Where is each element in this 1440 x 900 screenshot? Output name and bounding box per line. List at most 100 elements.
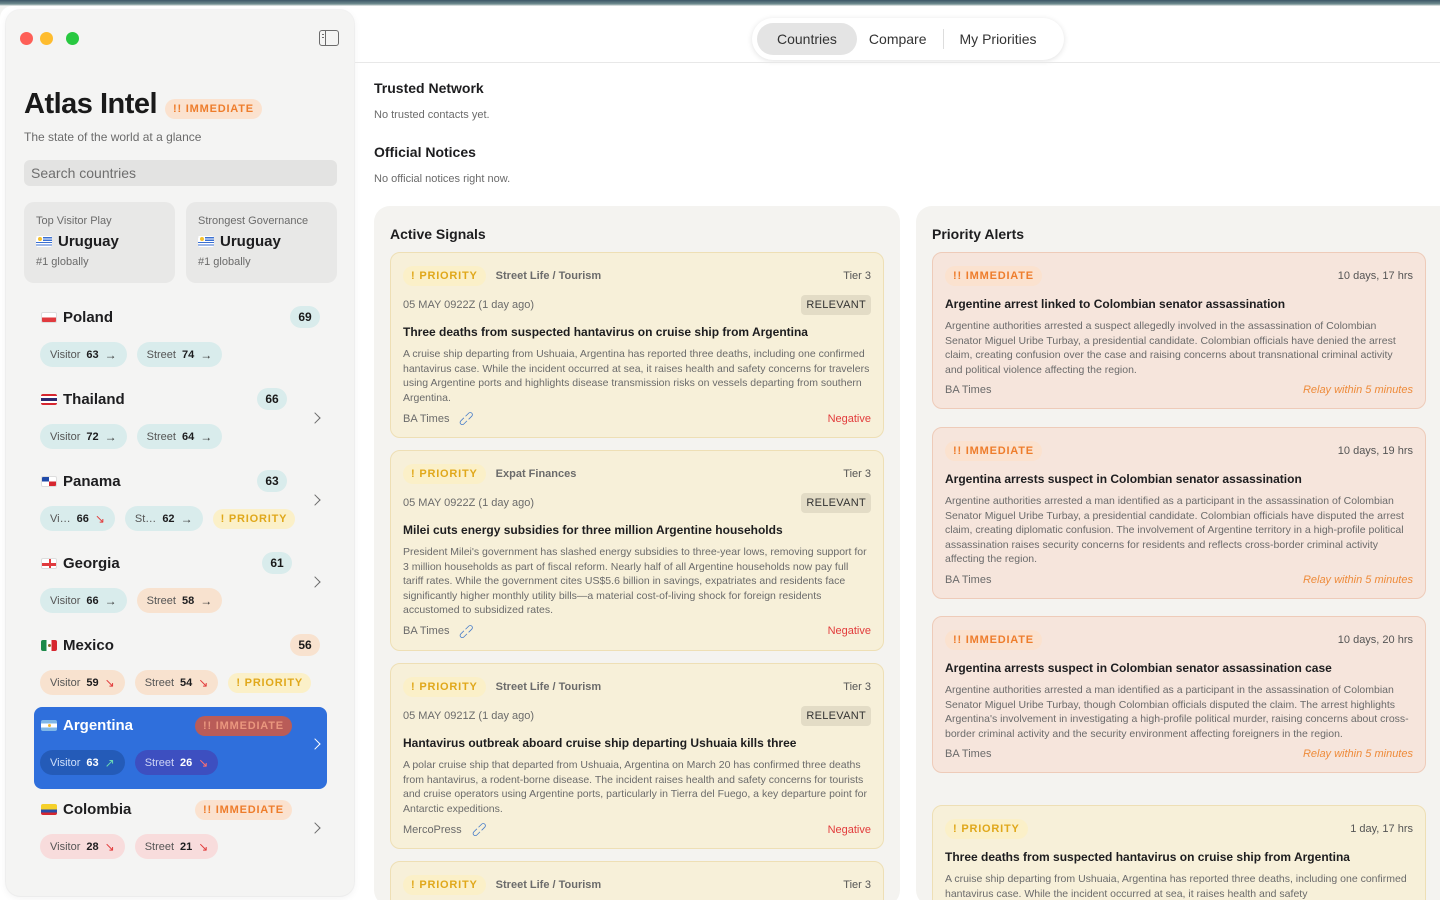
street-pill[interactable]: Street 54 ↘: [134, 670, 219, 695]
priority-alerts-panel: Priority Alerts !! IMMEDIATE 10 days, 17…: [916, 206, 1440, 900]
alert-source: BA Times: [945, 748, 992, 760]
alert-relay: Relay within 5 minutes: [1302, 748, 1413, 760]
signal-sentiment: Negative: [827, 625, 871, 637]
country-name: Mexico: [63, 637, 114, 654]
alert-time: 1 day, 17 hrs: [1350, 823, 1413, 835]
street-pill[interactable]: St… 62 →: [124, 506, 203, 531]
signal-category: Street Life / Tourism: [495, 879, 602, 891]
priority-alerts-title: Priority Alerts: [932, 226, 1025, 242]
alert-card[interactable]: !! IMMEDIATE 10 days, 19 hrs Argentina a…: [932, 427, 1426, 599]
link-icon[interactable]: ⊂⊃: [456, 407, 478, 430]
signal-date: 05 MAY 0922Z (1 day ago): [403, 299, 535, 311]
arrow-down-right-icon: ↘: [198, 755, 209, 770]
thailand-flag-icon: [41, 394, 57, 405]
visitor-pill[interactable]: Visitor 59 ↘: [40, 670, 125, 695]
alert-card[interactable]: !! IMMEDIATE 10 days, 20 hrs Argentina a…: [932, 616, 1426, 773]
arrow-down-right-icon: ↘: [104, 839, 115, 854]
street-pill[interactable]: Street 64 →: [136, 424, 223, 449]
priority-badge: ! PRIORITY: [403, 464, 486, 484]
signal-card[interactable]: ! PRIORITY Street Life / Tourism Tier 3 …: [390, 663, 884, 849]
alert-card[interactable]: ! PRIORITY 1 day, 17 hrs Three deaths fr…: [932, 805, 1426, 900]
alert-title: Three deaths from suspected hantavirus o…: [945, 850, 1350, 864]
relevant-tag: RELEVANT: [801, 706, 871, 726]
street-pill[interactable]: Street 74 →: [136, 342, 223, 367]
signal-source: MercoPress: [403, 823, 462, 836]
stat-card-strongest-governance[interactable]: Strongest Governance Uruguay #1 globally: [186, 202, 337, 283]
country-row-georgia[interactable]: Georgia 61 Visitor 66 → Street 58 →: [34, 545, 327, 627]
country-score: 56: [290, 634, 320, 656]
country-score: 63: [257, 470, 287, 492]
arrow-right-icon: →: [104, 347, 117, 362]
country-score: 66: [257, 388, 287, 410]
chevron-right-icon: [309, 738, 321, 750]
country-row-panama[interactable]: Panama 63 Vi… 66 ↘ St… 62 → ! PRIORITY: [34, 463, 327, 545]
signal-card[interactable]: ! PRIORITY Street Life / Tourism Tier 3 …: [390, 252, 884, 438]
visitor-pill[interactable]: Visitor 72 →: [40, 424, 127, 449]
tab-my-priorities[interactable]: My Priorities: [948, 23, 1049, 55]
relevant-tag: RELEVANT: [801, 493, 871, 513]
country-row-argentina[interactable]: Argentina !! IMMEDIATE Visitor 63 ↗ Street…: [34, 707, 327, 789]
alert-card[interactable]: !! IMMEDIATE 10 days, 17 hrs Argentine a…: [932, 252, 1426, 409]
visitor-pill[interactable]: Visitor 66 →: [40, 588, 127, 613]
alert-body: Argentine authorities arrested a man ide…: [945, 495, 1404, 565]
country-row-thailand[interactable]: Thailand 66 Visitor 72 → Street 64 →: [34, 381, 327, 463]
tab-compare[interactable]: Compare: [857, 23, 939, 55]
signal-body: President Milei's government has slashed…: [403, 546, 867, 616]
signal-category: Street Life / Tourism: [495, 270, 602, 282]
street-pill[interactable]: Street 26 ↘: [134, 750, 219, 775]
link-icon[interactable]: ⊂⊃: [456, 620, 478, 643]
tab-countries[interactable]: Countries: [757, 23, 857, 55]
trusted-network-empty: No trusted contacts yet.: [374, 109, 490, 121]
alert-title: Argentine arrest linked to Colombian sen…: [945, 297, 1286, 311]
mexico-flag-icon: [41, 640, 57, 651]
arrow-right-icon: →: [200, 347, 213, 362]
sidebar-toggle-icon[interactable]: [319, 30, 339, 46]
street-pill[interactable]: Street 21 ↘: [134, 834, 219, 859]
country-row-colombia[interactable]: Colombia !! IMMEDIATE Visitor 28 ↘ Street 2…: [34, 791, 327, 873]
signal-card[interactable]: ! PRIORITY Expat Finances Tier 3 05 MAY …: [390, 450, 884, 651]
search-countries-input[interactable]: [24, 160, 337, 186]
signal-sentiment: Negative: [827, 823, 871, 836]
title-immediate-badge: !! IMMEDIATE: [165, 99, 262, 119]
visitor-pill[interactable]: Vi… 66 ↘: [40, 506, 115, 531]
priority-badge: ! PRIORITY: [212, 508, 296, 529]
uruguay-flag-icon: [36, 236, 52, 247]
visitor-pill[interactable]: Visitor 63 →: [40, 342, 127, 367]
alert-time: 10 days, 19 hrs: [1337, 445, 1413, 457]
country-row-mexico[interactable]: Mexico 56 Visitor 59 ↘ Street 54 ↘ ! PRIORIT…: [34, 627, 327, 709]
stat-rank: #1 globally: [198, 256, 251, 268]
relevant-tag: RELEVANT: [801, 295, 871, 315]
zoom-window-button[interactable]: [66, 32, 79, 45]
link-icon[interactable]: ⊂⊃: [468, 818, 490, 841]
immediate-badge: !! IMMEDIATE: [945, 441, 1042, 461]
signal-date: 05 MAY 0922Z (1 day ago): [403, 497, 535, 509]
signal-title: Milei cuts energy subsidies for three mi…: [403, 523, 783, 537]
close-window-button[interactable]: [20, 32, 33, 45]
alert-body: Argentine authorities arrested a suspect…: [945, 320, 1396, 376]
trusted-network-title: Trusted Network: [374, 80, 484, 96]
country-name: Georgia: [63, 555, 120, 572]
signal-tier: Tier 3: [843, 681, 871, 693]
chevron-right-icon: [309, 576, 321, 588]
priority-badge: ! PRIORITY: [228, 672, 312, 693]
app-tagline: The state of the world at a glance: [24, 130, 202, 144]
active-signals-title: Active Signals: [390, 226, 486, 242]
visitor-pill[interactable]: Visitor 63 ↗: [40, 750, 125, 775]
chevron-right-icon: [309, 494, 321, 506]
app-window: Atlas Intel !! IMMEDIATE The state of th…: [0, 6, 1440, 900]
arrow-down-right-icon: ↘: [198, 839, 209, 854]
arrow-up-right-icon: ↗: [104, 755, 115, 770]
immediate-badge: !! IMMEDIATE: [945, 630, 1042, 650]
arrow-right-icon: →: [200, 429, 213, 444]
minimize-window-button[interactable]: [40, 32, 53, 45]
country-name: Panama: [63, 473, 121, 490]
country-row-poland[interactable]: Poland 69 Visitor 63 → Street 74 →: [34, 299, 327, 381]
alert-title: Argentina arrests suspect in Colombian s…: [945, 472, 1302, 486]
signal-card[interactable]: ! PRIORITY Street Life / Tourism Tier 3: [390, 861, 884, 900]
official-notices-title: Official Notices: [374, 144, 476, 160]
stat-card-top-visitor[interactable]: Top Visitor Play Uruguay #1 globally: [24, 202, 175, 283]
visitor-pill[interactable]: Visitor 28 ↘: [40, 834, 125, 859]
arrow-down-right-icon: ↘: [94, 511, 105, 526]
uruguay-flag-icon: [198, 236, 214, 247]
street-pill[interactable]: Street 58 →: [136, 588, 223, 613]
